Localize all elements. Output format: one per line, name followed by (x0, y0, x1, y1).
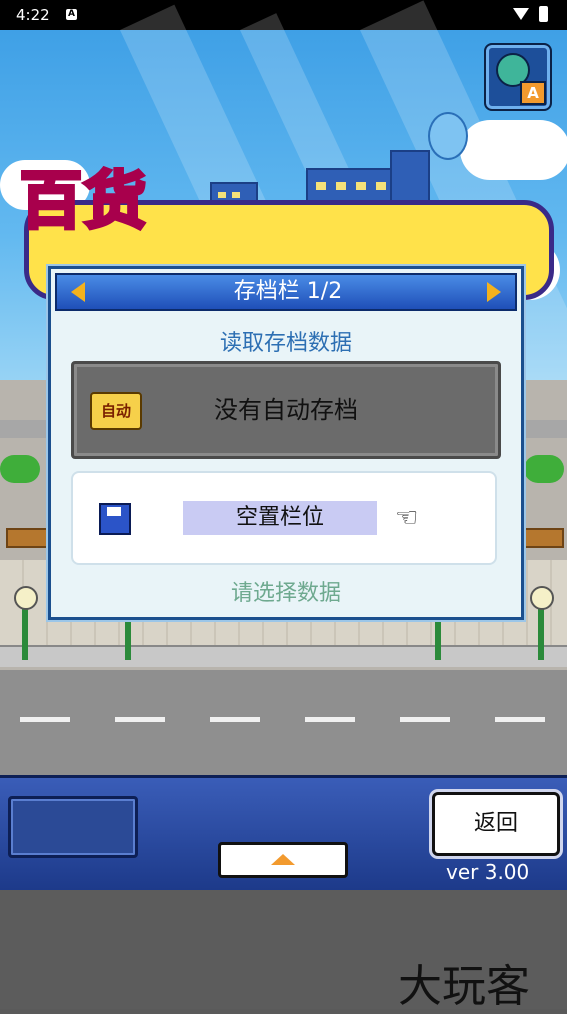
street-lamp (530, 586, 554, 610)
bench (518, 528, 564, 548)
chevron-up-icon (271, 854, 295, 865)
expand-menu-button[interactable] (218, 842, 348, 878)
wifi-icon (513, 8, 529, 20)
street-lamp (14, 586, 38, 610)
language-badge: A (520, 81, 546, 105)
version-label: ver 3.00 (446, 860, 530, 884)
bench (6, 528, 52, 548)
pointing-hand-icon: ☜ (395, 503, 419, 533)
watermark: 大玩客 (398, 961, 530, 1012)
next-page-arrow-icon[interactable] (487, 282, 501, 302)
status-bar: 4:22 A (0, 0, 567, 30)
autosave-label: 没有自动存档 (214, 396, 358, 424)
battery-icon (539, 6, 548, 22)
dialog-subtitle: 读取存档数据 (219, 331, 352, 356)
dialog-title: 存档栏 1/2 (233, 279, 343, 304)
road (0, 670, 567, 775)
bottom-control-panel: 返回 ver 3.00 (0, 775, 567, 890)
save-load-dialog: 存档栏 1/2 读取存档数据 自动 没有自动存档 空置栏位 ☜ 请选择数据 (48, 266, 524, 620)
tree (524, 455, 564, 483)
notification-icon: A (66, 9, 77, 20)
empty-slot-label: 空置栏位 (183, 501, 377, 535)
railing (0, 645, 567, 667)
floppy-disk-icon (99, 503, 131, 535)
info-panel (8, 796, 138, 858)
status-time: 4:22 (16, 6, 50, 24)
autosave-slot[interactable]: 自动 没有自动存档 (71, 361, 501, 459)
balloon-icon (428, 112, 468, 160)
game-logo-text: 百货 (18, 162, 149, 239)
translate-button[interactable]: A (484, 43, 552, 111)
dialog-hint: 请选择数据 (230, 581, 341, 606)
tree (0, 455, 40, 483)
back-button[interactable]: 返回 (432, 792, 560, 856)
previous-page-arrow-icon[interactable] (71, 282, 85, 302)
save-slot-empty[interactable]: 空置栏位 ☜ (71, 471, 497, 565)
dialog-header: 存档栏 1/2 (55, 273, 517, 311)
